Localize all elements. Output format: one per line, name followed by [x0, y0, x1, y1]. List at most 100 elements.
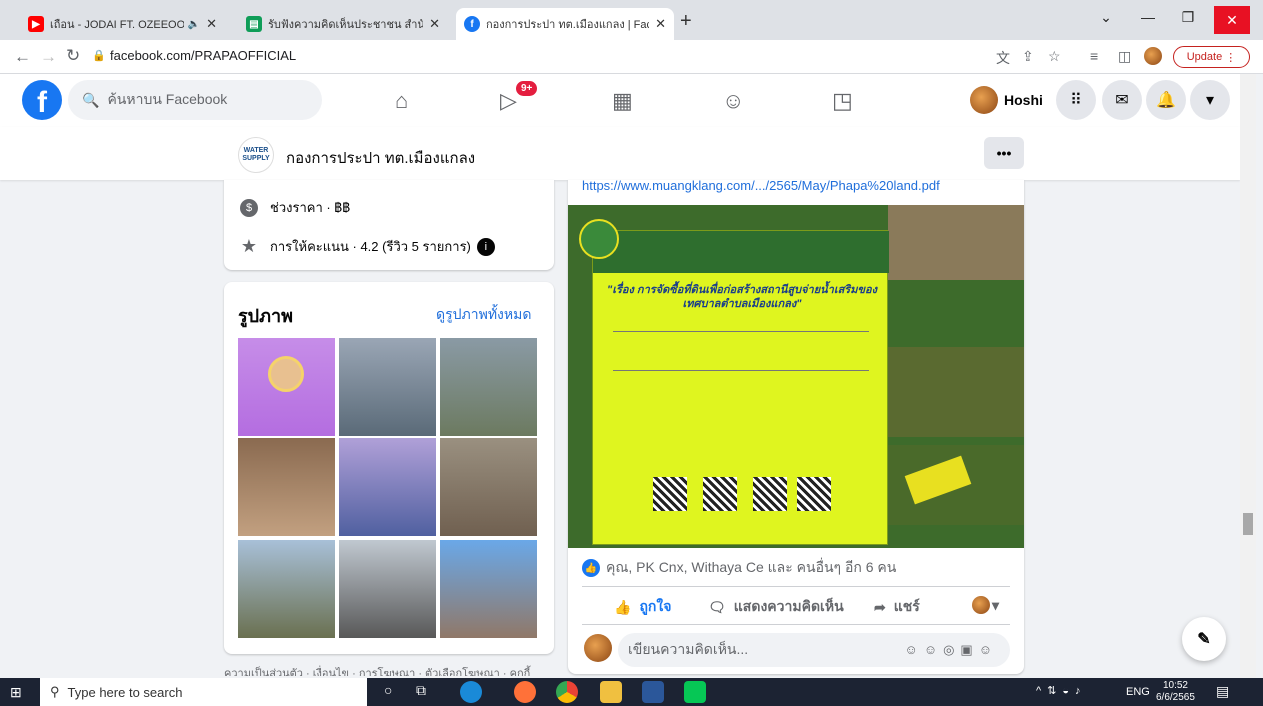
page-info-card: $ ช่วงราคา · ฿฿ ★ การให้คะแนน · 4.2 (รีว… [224, 180, 554, 270]
star-icon: ★ [240, 236, 258, 256]
task-view-icon[interactable]: ⧉ [416, 682, 426, 699]
new-tab-button[interactable]: + [680, 10, 692, 33]
announcement-image: "เรื่อง การจัดซื้อที่ดินเพื่อก่อสร้างสถา… [579, 219, 889, 545]
notifications-bell-icon[interactable]: 🔔 [1146, 80, 1186, 120]
close-tab-icon[interactable]: ✕ [429, 16, 440, 32]
restore-button[interactable]: ❐ [1168, 0, 1208, 34]
audience-selector[interactable]: ▾ [972, 596, 999, 614]
green-doc-icon: ▤ [246, 16, 262, 32]
translate-icon[interactable]: 文 [996, 48, 1010, 68]
reaction-summary[interactable]: 👍 คุณ, PK Cnx, Withaya Ce และ คนอื่นๆ อี… [582, 557, 896, 579]
close-tab-icon[interactable]: ✕ [206, 16, 217, 32]
footer-links[interactable]: ความเป็นส่วนตัว · เงื่อนไข · การโฆษณา · … [224, 664, 554, 676]
tray-icons[interactable]: ^⇅◒♪ [1036, 684, 1087, 697]
photo-thumbnail[interactable] [339, 438, 436, 536]
windows-start-icon[interactable]: ⊞ [10, 684, 22, 701]
photo-thumbnail[interactable] [238, 438, 335, 536]
avatar [970, 86, 998, 114]
like-reaction-icon: 👍 [582, 559, 600, 577]
new-message-button[interactable]: ✎ [1182, 617, 1226, 661]
profile-avatar-icon[interactable] [1144, 47, 1162, 65]
taskbar-clock[interactable]: 10:52 6/6/2565 [1156, 680, 1195, 704]
edge-icon[interactable] [460, 681, 482, 703]
speaker-icon: 🔈 [187, 18, 201, 30]
back-arrow-icon[interactable]: ← [14, 47, 31, 67]
post-link[interactable]: https://www.muangklang.com/.../2565/May/… [582, 178, 940, 193]
close-window-button[interactable]: ✕ [1214, 6, 1250, 34]
notification-badge: 9+ [516, 81, 538, 96]
comment-button[interactable]: 🗨 แสดงความคิดเห็น [708, 596, 844, 618]
language-indicator[interactable]: ENG [1126, 686, 1150, 698]
browser-tab-facebook[interactable]: f กองการประปา ทต.เมืองแกลง | Facebo ✕ [456, 8, 674, 40]
line-icon[interactable] [684, 681, 706, 703]
tab-search-chevron-icon[interactable]: ⌄ [1086, 0, 1126, 34]
marketplace-icon[interactable]: ▦ [612, 88, 633, 114]
rating-row: ★ การให้คะแนน · 4.2 (รีวิว 5 รายการ) i [240, 236, 507, 257]
menu-grid-icon[interactable]: ⠿ [1056, 80, 1096, 120]
facebook-search-input[interactable]: 🔍 ค้นหาบน Facebook [68, 80, 322, 120]
scrollbar-thumb[interactable] [1243, 513, 1253, 535]
qr-code [753, 477, 787, 511]
qr-code [703, 477, 737, 511]
notification-center-icon[interactable]: ▤ [1216, 683, 1229, 700]
photo-thumbnail[interactable] [440, 540, 537, 638]
watch-icon[interactable]: ▷ [500, 88, 517, 114]
price-range-row: $ ช่วงราคา · ฿฿ [240, 197, 350, 218]
reload-icon[interactable]: ↻ [66, 46, 80, 66]
price-icon: $ [240, 198, 258, 217]
comment-tools-icons[interactable]: ☺☺◎▣☺ [905, 642, 998, 658]
facebook-logo-icon[interactable]: f [22, 80, 62, 120]
photo-thumbnail[interactable] [440, 338, 537, 436]
facebook-icon: f [464, 16, 480, 32]
share-icon[interactable]: ⇪ [1022, 48, 1034, 65]
word-icon[interactable] [642, 681, 664, 703]
url-field[interactable]: facebook.com/PRAPAOFFICIAL [110, 48, 296, 63]
firefox-icon[interactable] [514, 681, 536, 703]
share-arrow-icon: ➦ [874, 598, 886, 615]
qr-code [653, 477, 687, 511]
close-tab-icon[interactable]: ✕ [655, 16, 666, 32]
avatar [584, 634, 612, 662]
page-logo[interactable]: WATER SUPPLY [238, 137, 274, 173]
photo-thumbnail[interactable] [339, 540, 436, 638]
photo-thumbnail[interactable] [440, 438, 537, 536]
home-icon[interactable]: ⌂ [395, 88, 408, 114]
lock-icon[interactable]: 🔒 [92, 49, 106, 62]
scrollbar-track[interactable] [1240, 74, 1256, 678]
side-panel-icon[interactable]: ◫ [1118, 48, 1131, 65]
update-button[interactable]: Update ⋮ [1173, 46, 1250, 68]
bookmark-star-icon[interactable]: ☆ [1048, 48, 1061, 65]
browser-tab-youtube[interactable]: ▶ เถือน - JODAI FT. OZEEOOS [( 🔈 ✕ [20, 8, 225, 40]
taskbar-search-input[interactable]: ⚲ Type here to search [40, 678, 367, 706]
search-icon: 🔍 [82, 91, 100, 108]
profile-chip[interactable]: Hoshi [970, 82, 1043, 118]
messenger-icon[interactable]: ✉ [1102, 80, 1142, 120]
photo-thumbnail[interactable] [339, 338, 436, 436]
comment-input[interactable]: เขียนความคิดเห็น... ☺☺◎▣☺ [618, 633, 1010, 667]
youtube-icon: ▶ [28, 16, 44, 32]
search-icon: ⚲ [50, 684, 60, 699]
page-title[interactable]: กองการประปา ทต.เมืองแกลง [286, 146, 475, 170]
forward-arrow-icon[interactable]: → [40, 47, 57, 67]
cortana-icon[interactable]: ○ [384, 682, 392, 698]
reading-list-icon[interactable]: ≡ [1090, 48, 1098, 64]
chrome-icon[interactable] [556, 681, 578, 703]
qr-code [797, 477, 831, 511]
groups-icon[interactable]: ☺ [722, 88, 744, 114]
photo-thumbnail[interactable] [238, 338, 335, 436]
share-button[interactable]: ➦ แชร์ [874, 596, 920, 618]
more-options-button[interactable]: ••• [984, 137, 1024, 169]
gaming-icon[interactable]: ◳ [832, 88, 853, 114]
comment-icon: 🗨 [708, 598, 726, 615]
file-explorer-icon[interactable] [600, 681, 622, 703]
like-button[interactable]: 👍 ถูกใจ [614, 596, 671, 618]
info-icon[interactable]: i [476, 237, 495, 256]
page-header [0, 127, 1240, 180]
photos-title: รูปภาพ [238, 306, 293, 326]
browser-tab-hearing[interactable]: ▤ รับฟังความคิดเห็นประชาชน สำนักงาน ✕ [238, 8, 448, 40]
photo-thumbnail[interactable] [238, 540, 335, 638]
minimize-button[interactable]: — [1128, 0, 1168, 34]
divider [582, 624, 1010, 625]
account-chevron-icon[interactable]: ▾ [1190, 80, 1230, 120]
see-all-photos-link[interactable]: ดูรูปภาพทั้งหมด [436, 304, 531, 326]
